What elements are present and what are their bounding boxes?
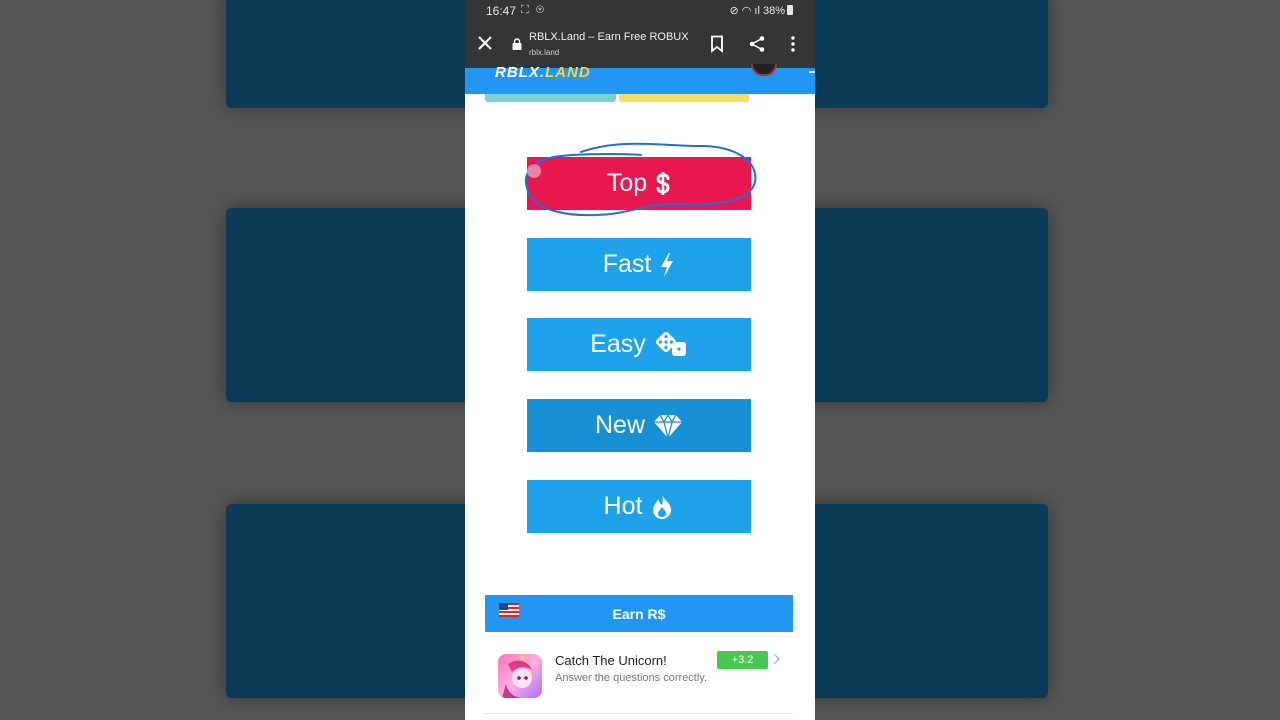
bookmark-icon[interactable] xyxy=(709,35,725,53)
site-logo[interactable]: RBLX.LAND xyxy=(495,64,591,81)
unicorn-thumbnail-icon xyxy=(498,654,542,698)
offer-reward-badge: +3.2 xyxy=(717,651,768,669)
us-flag-icon xyxy=(499,603,519,617)
more-options-icon[interactable] xyxy=(787,35,799,53)
offer-item[interactable]: Catch The Unicorn! Answer the questions … xyxy=(485,636,793,714)
phone-screen: 16:47 ⛶ ⊛ ⊘ ◠ ıl 38% RBLX.Land – Earn Fr… xyxy=(465,0,815,720)
category-hot-button[interactable]: Hot xyxy=(527,480,751,533)
site-header: RBLX.LAND xyxy=(465,64,815,94)
dollar-icon xyxy=(656,171,670,195)
battery-icon xyxy=(787,5,793,15)
menu-edge-icon[interactable] xyxy=(809,71,815,73)
category-new-label: New xyxy=(594,411,645,439)
earn-section-header: Earn R$ xyxy=(485,595,793,632)
tab-strip-yellow[interactable] xyxy=(619,94,749,102)
category-easy-label: Easy xyxy=(590,330,646,358)
chevron-right-icon[interactable] xyxy=(772,653,780,665)
status-bar: 16:47 ⛶ ⊛ ⊘ ◠ ıl 38% xyxy=(465,0,815,22)
category-top-button[interactable]: Top xyxy=(527,157,751,210)
diamond-icon xyxy=(654,413,682,438)
category-fast-label: Fast xyxy=(602,250,652,278)
offer-title: Catch The Unicorn! xyxy=(555,653,667,668)
browser-toolbar: RBLX.Land – Earn Free ROBUX rblx.land xyxy=(465,22,815,68)
fire-icon xyxy=(653,494,672,519)
category-hot-label: Hot xyxy=(603,492,643,520)
page-url[interactable]: rblx.land xyxy=(529,48,559,57)
category-new-button[interactable]: New xyxy=(527,399,751,452)
category-top-label: Top xyxy=(606,169,648,197)
share-icon[interactable] xyxy=(748,35,766,53)
earn-section-title: Earn R$ xyxy=(612,605,666,622)
bolt-icon xyxy=(661,252,674,277)
page-title: RBLX.Land – Earn Free ROBUX xyxy=(529,31,689,43)
tab-strip-teal[interactable] xyxy=(485,94,616,102)
category-fast-button[interactable]: Fast xyxy=(527,238,751,291)
battery-percentage: ⊘ ◠ ıl 38% xyxy=(729,5,786,17)
touch-indicator xyxy=(527,164,541,178)
logo-text-rblx: RBLX. xyxy=(495,64,545,81)
lock-icon xyxy=(512,38,522,50)
offer-description: Answer the questions correctly. xyxy=(555,672,708,684)
close-icon[interactable] xyxy=(477,32,493,54)
system-status: ⊘ ◠ ıl 38% xyxy=(729,4,793,17)
category-easy-button[interactable]: Easy xyxy=(527,318,751,371)
avatar[interactable] xyxy=(751,64,777,76)
logo-text-land: LAND xyxy=(545,64,591,81)
status-time: 16:47 xyxy=(486,4,517,18)
dice-icon xyxy=(655,331,686,356)
notification-icons: ⛶ ⊛ xyxy=(521,4,547,16)
